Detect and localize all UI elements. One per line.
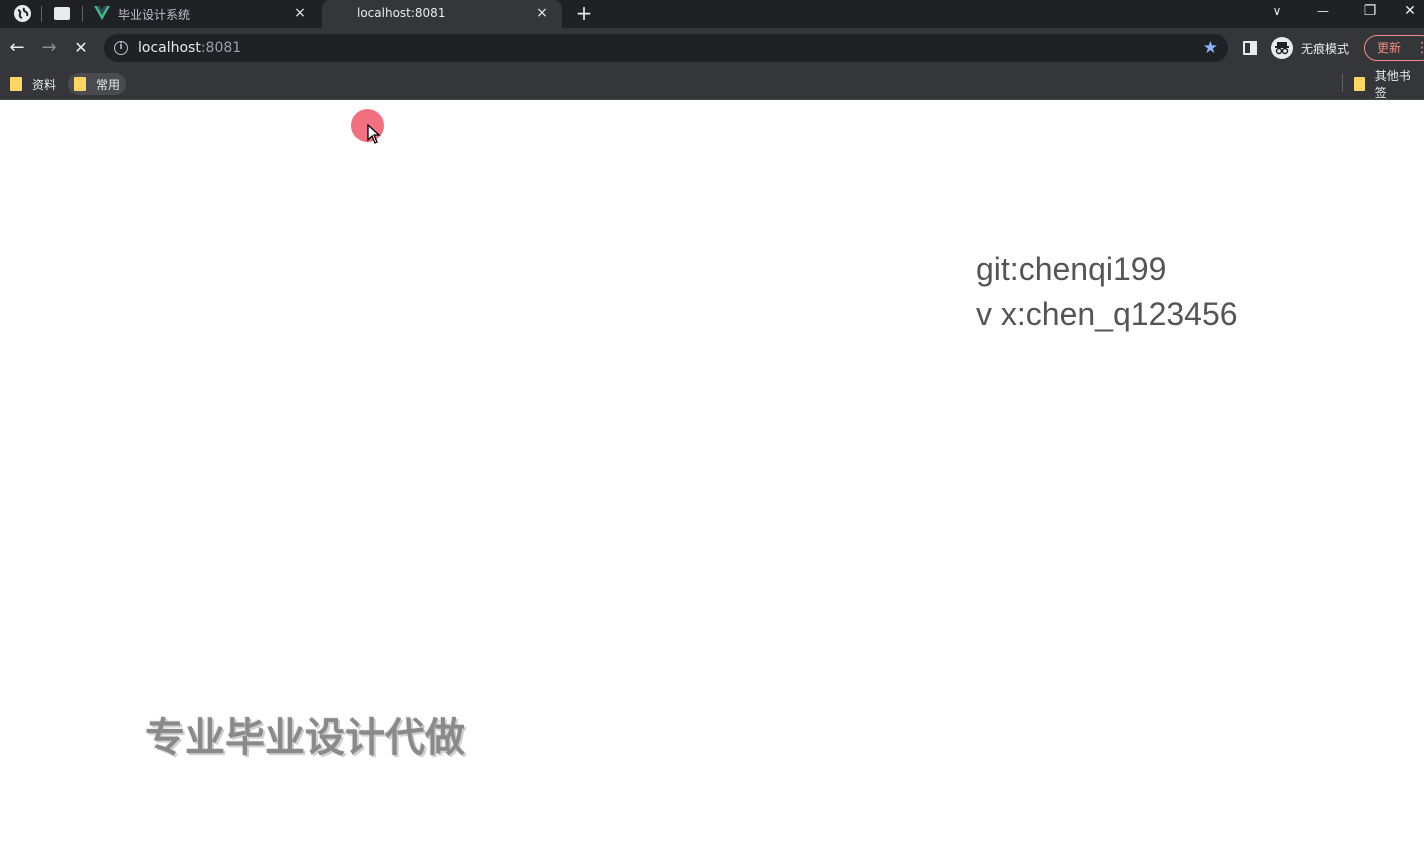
page-viewport: git:chenqi199 v x:chen_q123456 专业毕业设计代做 bbox=[0, 101, 1424, 864]
tab-search-chevron-icon[interactable]: ∨ bbox=[1257, 0, 1297, 24]
tabstrip-divider bbox=[41, 6, 42, 22]
mouse-cursor-icon bbox=[367, 124, 381, 144]
address-bar[interactable]: i localhost:8081 ★ bbox=[104, 34, 1228, 62]
tab-close-icon[interactable]: × bbox=[292, 4, 308, 22]
bookmark-folder-resources[interactable]: 资料 bbox=[4, 73, 62, 95]
incognito-label: 无痕模式 bbox=[1301, 41, 1350, 56]
tabstrip-divider bbox=[82, 6, 83, 22]
contact-watermark: git:chenqi199 v x:chen_q123456 bbox=[976, 247, 1238, 337]
update-button[interactable]: 更新 ⋮ bbox=[1364, 35, 1424, 61]
bookmark-label: 常用 bbox=[96, 77, 121, 92]
globe-icon[interactable] bbox=[14, 5, 31, 22]
browser-toolbar: ← → ✕ i localhost:8081 ★ 无痕模式 更新 ⋮ bbox=[0, 28, 1424, 68]
promo-text: 专业毕业设计代做 bbox=[145, 715, 465, 761]
tab-overview-icon[interactable] bbox=[54, 7, 70, 20]
bookmarks-bar: 资料 常用 其他书签 bbox=[0, 68, 1424, 100]
tab-localhost[interactable]: localhost:8081 × bbox=[322, 0, 562, 28]
tab-close-icon[interactable]: × bbox=[534, 4, 550, 22]
new-tab-button[interactable]: + bbox=[574, 2, 594, 24]
bookmark-label: 其他书签 bbox=[1374, 69, 1411, 100]
back-button[interactable]: ← bbox=[6, 37, 28, 59]
url-host: localhost bbox=[138, 40, 201, 56]
tab-title: 毕业设计系统 bbox=[118, 8, 191, 22]
stop-loading-button[interactable]: ✕ bbox=[70, 37, 92, 59]
forward-button[interactable]: → bbox=[38, 37, 60, 59]
bookmark-star-icon[interactable]: ★ bbox=[1203, 38, 1218, 58]
tab-graduation-system[interactable]: 毕业设计系统 × bbox=[86, 0, 320, 28]
restore-button[interactable]: ❐ bbox=[1350, 0, 1390, 24]
bookmark-folder-common[interactable]: 常用 bbox=[68, 73, 127, 95]
side-panel-icon[interactable] bbox=[1243, 41, 1257, 55]
minimize-button[interactable]: — bbox=[1303, 0, 1343, 24]
url-port: :8081 bbox=[200, 40, 242, 56]
incognito-indicator[interactable]: 无痕模式 bbox=[1271, 37, 1349, 59]
folder-icon bbox=[1354, 77, 1365, 91]
url-text[interactable]: localhost:8081 bbox=[138, 40, 241, 56]
folder-icon bbox=[74, 77, 86, 91]
bookmarks-divider bbox=[1342, 74, 1343, 92]
site-info-icon[interactable]: i bbox=[114, 41, 128, 55]
update-label: 更新 bbox=[1377, 41, 1402, 55]
tab-title: localhost:8081 bbox=[357, 6, 446, 20]
watermark-wechat: v x:chen_q123456 bbox=[976, 296, 1238, 332]
other-bookmarks-folder[interactable]: 其他书签 bbox=[1348, 69, 1424, 100]
menu-kebab-icon[interactable]: ⋮ bbox=[1415, 36, 1424, 60]
close-window-button[interactable]: ✕ bbox=[1396, 0, 1424, 24]
folder-icon bbox=[10, 77, 22, 91]
watermark-git: git:chenqi199 bbox=[976, 251, 1167, 287]
incognito-icon bbox=[1271, 37, 1293, 59]
vue-v-icon bbox=[94, 6, 110, 20]
tab-strip: 毕业设计系统 × localhost:8081 × + ∨ — ❐ ✕ bbox=[0, 0, 1424, 28]
bookmark-label: 资料 bbox=[32, 77, 57, 92]
